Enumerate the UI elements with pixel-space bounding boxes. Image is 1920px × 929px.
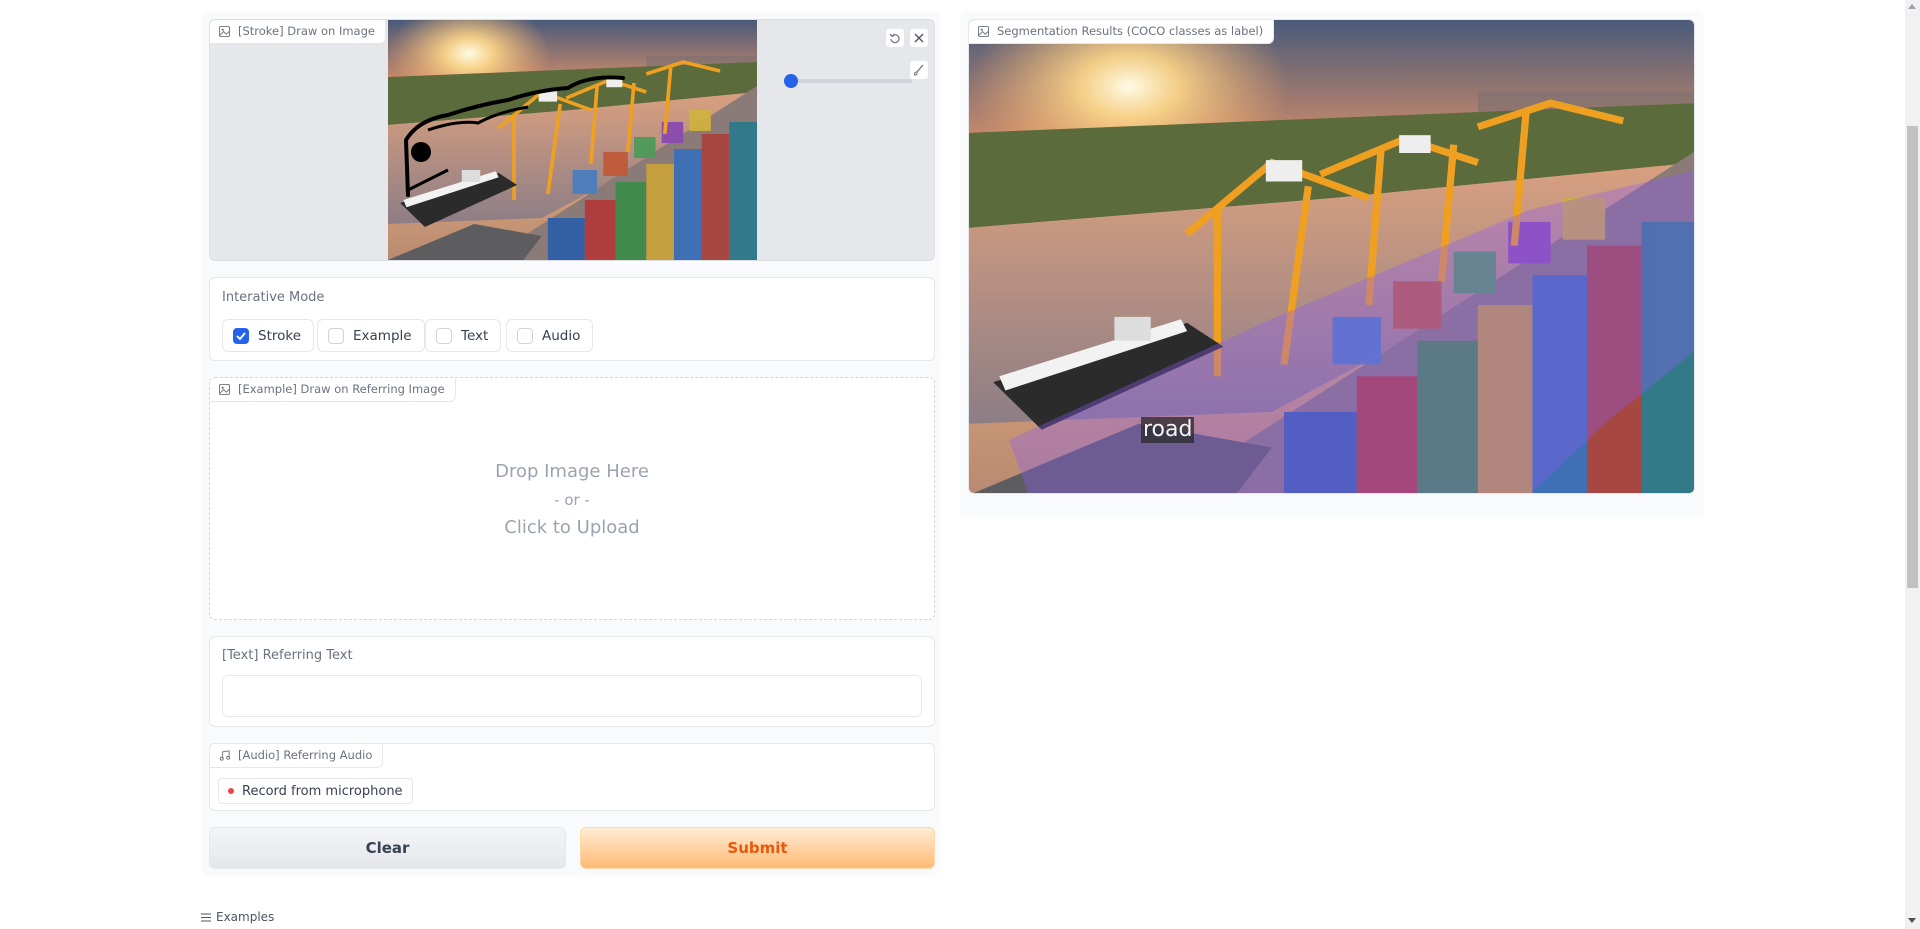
stroke-canvas-panel: [Stroke] Draw on Image <box>209 19 935 261</box>
example-panel-label-text: [Example] Draw on Referring Image <box>238 382 445 396</box>
checkbox-example[interactable] <box>328 327 344 344</box>
port-image <box>388 20 757 260</box>
mode-option-label: Example <box>353 327 412 344</box>
referring-text-panel: [Text] Referring Text <box>209 636 935 727</box>
audio-panel-label-text: [Audio] Referring Audio <box>238 748 373 762</box>
output-column: Segmentation Results (COCO classes as la… <box>960 12 1704 517</box>
mode-option-audio[interactable]: Audio <box>506 319 594 352</box>
clear-button[interactable]: Clear <box>209 827 566 869</box>
brush-icon <box>913 64 924 76</box>
page: [Stroke] Draw on Image Interative Mode S… <box>0 0 1920 929</box>
examples-section-toggle[interactable]: Examples <box>201 910 274 924</box>
referring-text-input[interactable] <box>222 675 922 717</box>
image-icon <box>219 384 230 395</box>
mode-option-label: Audio <box>542 327 581 344</box>
port-image <box>969 20 1694 493</box>
slider-track <box>788 79 912 83</box>
brush-button[interactable] <box>909 60 929 80</box>
segmentation-result-panel: Segmentation Results (COCO classes as la… <box>968 19 1695 494</box>
stroke-panel-label: [Stroke] Draw on Image <box>210 20 386 44</box>
scroll-up-icon[interactable] <box>1908 4 1916 9</box>
checkbox-audio[interactable] <box>517 327 533 344</box>
submit-button[interactable]: Submit <box>580 827 935 869</box>
mode-option-label: Stroke <box>258 327 302 344</box>
segmentation-result-image <box>969 20 1694 493</box>
mode-option-stroke[interactable]: Stroke <box>222 319 315 352</box>
result-panel-label: Segmentation Results (COCO classes as la… <box>969 20 1275 44</box>
mode-option-example[interactable]: Example <box>317 319 425 352</box>
mode-option-label: Text <box>461 327 489 344</box>
brush-size-slider[interactable] <box>784 70 912 92</box>
record-dot-icon <box>228 788 234 794</box>
interactive-mode-group: Interative Mode Stroke Example Text Audi… <box>209 277 935 361</box>
referring-audio-panel: [Audio] Referring Audio Record from micr… <box>209 743 935 811</box>
upload-instructions: Drop Image Here - or - Click to Upload <box>210 458 934 542</box>
music-icon <box>219 750 230 761</box>
result-panel-label-text: Segmentation Results (COCO classes as la… <box>997 24 1264 38</box>
interactive-mode-label: Interative Mode <box>222 290 325 305</box>
image-icon <box>978 26 989 37</box>
drop-image-text: Drop Image Here <box>495 461 649 482</box>
scroll-down-icon[interactable] <box>1908 918 1916 923</box>
checkbox-stroke[interactable] <box>233 327 249 344</box>
record-button-label: Record from microphone <box>242 783 403 799</box>
undo-button[interactable] <box>885 28 905 48</box>
referring-text-label: [Text] Referring Text <box>222 648 353 663</box>
undo-icon <box>889 33 900 44</box>
input-column: [Stroke] Draw on Image Interative Mode S… <box>201 12 940 876</box>
page-scrollbar[interactable] <box>1905 0 1920 929</box>
example-upload-dropzone[interactable]: [Example] Draw on Referring Image Drop I… <box>209 377 935 620</box>
or-text: - or - <box>554 491 590 509</box>
mode-option-text[interactable]: Text <box>425 319 502 352</box>
example-panel-label: [Example] Draw on Referring Image <box>210 378 456 402</box>
check-icon <box>236 331 246 340</box>
audio-panel-label: [Audio] Referring Audio <box>210 744 384 768</box>
slider-thumb[interactable] <box>784 74 798 88</box>
checkbox-text[interactable] <box>436 327 452 344</box>
list-icon <box>201 913 211 921</box>
examples-label: Examples <box>216 910 275 924</box>
record-microphone-button[interactable]: Record from microphone <box>218 778 413 804</box>
click-upload-text: Click to Upload <box>504 517 640 538</box>
user-stroke-dot <box>411 142 431 162</box>
image-icon <box>219 26 230 37</box>
mask-class-label: road <box>1141 417 1195 443</box>
close-icon <box>914 33 924 43</box>
clear-canvas-button[interactable] <box>909 28 929 48</box>
scrollbar-thumb[interactable] <box>1907 126 1918 588</box>
stroke-drawing-canvas[interactable] <box>388 20 757 260</box>
stroke-panel-label-text: [Stroke] Draw on Image <box>238 24 375 38</box>
